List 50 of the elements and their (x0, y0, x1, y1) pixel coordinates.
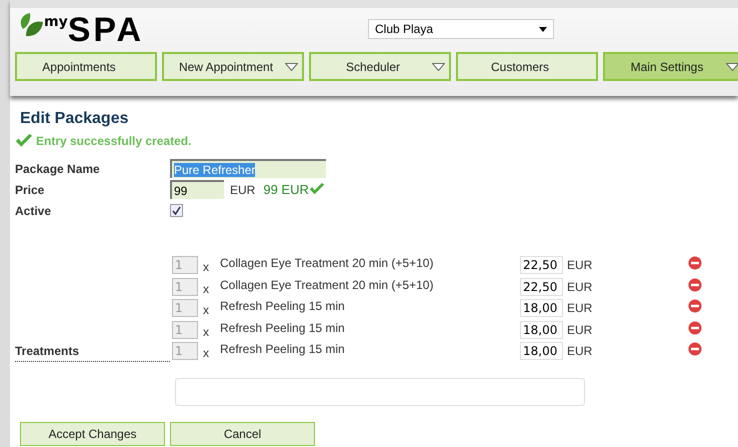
treatment-price-field[interactable]: 18,00 (520, 342, 563, 360)
field-label: Package Name (15, 162, 101, 176)
remove-icon[interactable] (688, 256, 702, 270)
nav-tab[interactable]: New Appointment (162, 52, 304, 81)
caret-icon (539, 26, 547, 32)
leaf-logo-icon (18, 12, 44, 38)
currency-label: EUR (230, 182, 256, 197)
price-field[interactable]: 99 (170, 180, 224, 200)
currency-label: EUR (567, 280, 594, 294)
check-icon (15, 134, 33, 148)
logo-prefix: my (44, 14, 68, 30)
currency-label: EUR (567, 322, 594, 337)
notes-field[interactable] (175, 378, 585, 406)
treatment-price-field[interactable]: 22,50 (520, 256, 563, 274)
field-label: Price (15, 182, 46, 197)
multiplier-sign: x (203, 282, 210, 296)
action-button[interactable]: Accept Changes (20, 422, 165, 446)
remove-icon[interactable] (688, 342, 702, 356)
field-label: Treatments (15, 344, 170, 362)
treatment-price-field[interactable]: 18,00 (520, 320, 563, 339)
nav-tab[interactable]: Scheduler (309, 52, 451, 81)
nav-tab[interactable]: Main Settings (603, 52, 738, 81)
multiplier-sign: x (203, 260, 210, 274)
multiplier-sign: x (203, 346, 210, 360)
nav-tab[interactable]: Appointments (15, 52, 157, 81)
logo-text: SPA (68, 12, 144, 48)
treatment-name: Refresh Peeling 15 min (220, 320, 346, 335)
check-icon (308, 183, 325, 196)
treatment-name: Refresh Peeling 15 min (220, 342, 346, 356)
field-label: Active (15, 204, 52, 218)
remove-icon[interactable] (688, 320, 702, 335)
price-confirmation: 99 EUR (263, 182, 309, 198)
treatment-name: Refresh Peeling 15 min (220, 299, 346, 314)
location-select[interactable]: Club Playa (368, 19, 554, 39)
currency-label: EUR (567, 258, 594, 272)
success-message: Entry successfully created. (36, 134, 192, 148)
nav-tab[interactable]: Customers (456, 52, 598, 81)
action-button[interactable]: Cancel (170, 422, 315, 446)
treatment-price-field[interactable]: 18,00 (520, 299, 563, 318)
treatment-name: Collagen Eye Treatment 20 min (+5+10) (220, 278, 434, 292)
multiplier-sign: x (203, 303, 210, 318)
treatment-name: Collagen Eye Treatment 20 min (+5+10) (220, 256, 434, 270)
page-title: Edit Packages (19, 110, 130, 128)
currency-label: EUR (567, 344, 594, 358)
active-checkbox[interactable] (170, 204, 183, 218)
remove-icon[interactable] (688, 278, 702, 292)
multiplier-sign: x (203, 324, 210, 339)
remove-icon[interactable] (688, 299, 702, 314)
treatment-price-field[interactable]: 22,50 (520, 278, 563, 296)
currency-label: EUR (567, 301, 594, 316)
